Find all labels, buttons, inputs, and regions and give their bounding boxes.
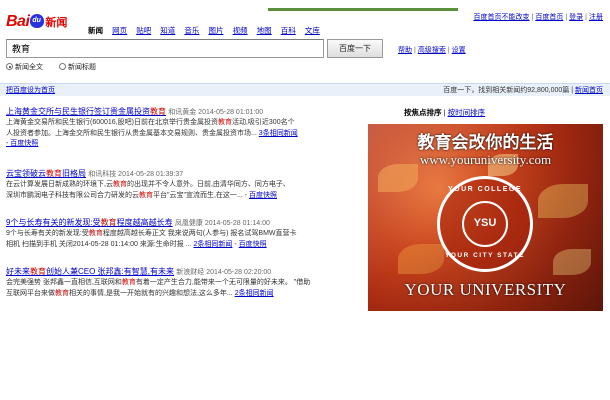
same-news-link[interactable]: 3条相同新闻: [259, 130, 298, 137]
university-seal-icon: YOUR COLLEGE YSU YOUR CITY STATE: [437, 176, 533, 272]
result-source-time: 和讯科技 2014-05-28 01:39:37: [88, 171, 184, 178]
register-link[interactable]: 注册: [589, 14, 603, 21]
logo-news-text: 新闻: [45, 17, 68, 29]
result-title-link[interactable]: 好未来教育创始人兼CEO 张邦鑫:有智慧,有未来: [6, 267, 174, 276]
cache-link[interactable]: 百度快照: [239, 241, 267, 248]
same-news-link[interactable]: 2条相同新闻: [194, 241, 233, 248]
result-title-link[interactable]: 上海黄金交所与民生银行签订贵金属投资教育: [6, 107, 166, 116]
top-accent-bar: [268, 8, 458, 11]
search-button[interactable]: 百度一下: [327, 39, 383, 58]
result-title-link[interactable]: 9个与长寿有关的新发现:受教育程度越高越长寿: [6, 218, 173, 227]
result-snippet: 上海黄金交易所和民生银行(600016,股吧)日前在北京举行贵金属投资教育活动,…: [6, 119, 298, 137]
radio-checked-icon[interactable]: [6, 63, 13, 70]
result-count-text: 百度一下，找到相关新闻约92,800,000篇: [443, 87, 570, 94]
top-link-set-home[interactable]: 百度首页不能改变: [474, 14, 530, 21]
result-source-time: 新浪财经 2014-05-28 02:20:00: [176, 269, 272, 276]
result-snippet: 会完美强势 张邦鑫一直相信,互联网和教育有着一定产生合力,能带来一个无可限量的好…: [6, 279, 311, 297]
help-link[interactable]: 帮助: [398, 47, 412, 54]
news-home-link[interactable]: 新闻首页: [575, 87, 603, 94]
sort-options: 按焦点排序 | 按时间排序: [404, 108, 486, 117]
sort-by-focus: 按焦点排序: [404, 108, 442, 117]
news-result: 9个与长寿有关的新发现:受教育程度越高越长寿 凤凰健康 2014-05-28 0…: [6, 217, 356, 250]
search-input[interactable]: [6, 39, 324, 58]
seal-bottom-text: YOUR CITY STATE: [445, 252, 525, 259]
sort-by-time[interactable]: 按时间排序: [448, 108, 486, 117]
advanced-search-link[interactable]: 高级搜索: [418, 47, 446, 54]
university-ad-banner[interactable]: 教育会改你的生活 www.youruniversity.com YOUR COL…: [368, 124, 603, 311]
search-scope: 新闻全文 新闻标题: [6, 62, 110, 72]
top-links: 百度首页不能改变 | 百度首页 | 登录 | 注册: [473, 14, 603, 21]
top-link-baidu-home[interactable]: 百度首页: [535, 14, 563, 21]
nav-item-web[interactable]: 网页: [112, 26, 127, 35]
result-snippet: 9个与长寿有关的新发现:受教育程度越高越长寿正文 我来说两句(人参与) 报名试驾…: [6, 230, 297, 248]
nav-item-map[interactable]: 地图: [257, 26, 272, 35]
result-source-time: 和讯黄金 2014-05-28 01:01:00: [168, 109, 264, 116]
result-title-link[interactable]: 云宝领破云教育旧格局: [6, 169, 86, 178]
scope-title[interactable]: 新闻标题: [58, 63, 96, 71]
radio-unchecked-icon[interactable]: [58, 63, 66, 70]
nav-item-zhidao[interactable]: 知道: [160, 26, 175, 35]
ad-headline: 教育会改你的生活: [417, 133, 554, 153]
news-result: 云宝领破云教育旧格局 和讯科技 2014-05-28 01:39:37 在云计算…: [6, 168, 356, 201]
nav-item-wenku[interactable]: 文库: [305, 26, 320, 35]
logo-bai-text: Bai: [6, 13, 30, 30]
nav-item-music[interactable]: 音乐: [184, 26, 199, 35]
ad-url: www.youruniversity.com: [419, 152, 552, 167]
baidu-news-logo[interactable]: Bai 新闻: [6, 13, 76, 37]
result-count: 百度一下，找到相关新闻约92,800,000篇 | 新闻首页: [443, 87, 603, 94]
search-links: 帮助 | 高级搜索 | 设置: [398, 47, 466, 54]
scope-fulltext[interactable]: 新闻全文: [6, 63, 43, 71]
scope-title-label: 新闻标题: [67, 64, 96, 71]
nav-item-video[interactable]: 视频: [233, 26, 248, 35]
same-news-link[interactable]: 2条相同新闻: [235, 290, 274, 297]
nav-item-baike[interactable]: 百科: [281, 26, 296, 35]
seal-mid-text: YSU: [473, 217, 497, 229]
nav-item-tieba[interactable]: 贴吧: [136, 26, 151, 35]
cache-link[interactable]: 百度快照: [249, 192, 277, 199]
seal-top-text: YOUR COLLEGE: [447, 186, 522, 193]
paw-icon: [30, 14, 45, 28]
news-result: 上海黄金交所与民生银行签订贵金属投资教育 和讯黄金 2014-05-28 01:…: [6, 106, 356, 150]
product-nav: 新闻 网页 贴吧 知道 音乐 图片 视频 地图 百科 文库: [88, 25, 327, 36]
ad-university-name: YOUR UNIVERSITY: [404, 280, 567, 299]
nav-item-news: 新闻: [88, 26, 103, 35]
settings-link[interactable]: 设置: [452, 47, 466, 54]
news-result: 好未来教育创始人兼CEO 张邦鑫:有智慧,有未来 新浪财经 2014-05-28…: [6, 266, 356, 299]
result-source-time: 凤凰健康 2014-05-28 01:14:00: [174, 220, 270, 227]
nav-item-images[interactable]: 图片: [208, 26, 223, 35]
result-snippet: 在云计算发展日新成熟的环境下,云教育的出现并不令人意外。日前,由清华同方、同方电…: [6, 181, 290, 199]
login-link[interactable]: 登录: [569, 14, 583, 21]
scope-fulltext-label: 新闻全文: [15, 64, 43, 71]
set-homepage-link[interactable]: 把百度设为首页: [6, 85, 55, 95]
cache-link[interactable]: - 百度快照: [6, 139, 356, 150]
